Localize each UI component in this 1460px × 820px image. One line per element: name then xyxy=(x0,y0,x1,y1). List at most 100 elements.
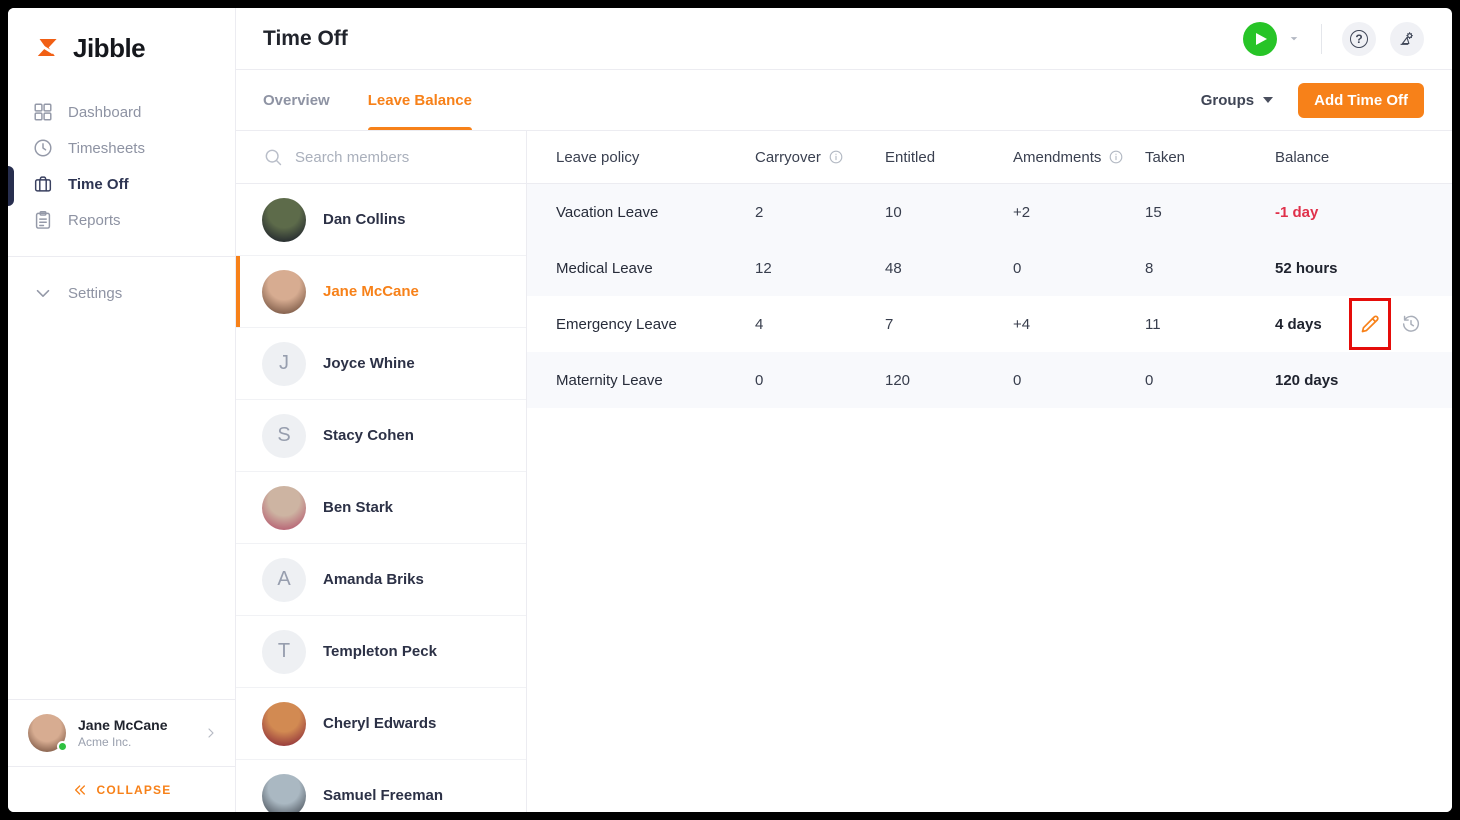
column-header-entitled: Entitled xyxy=(885,149,1013,166)
collapse-sidebar-button[interactable]: COLLAPSE xyxy=(8,766,235,812)
member-list-item[interactable]: Dan Collins xyxy=(236,184,526,256)
cell-carryover: 4 xyxy=(755,316,885,333)
member-name: Jane McCane xyxy=(323,283,419,300)
sidebar-item-label: Reports xyxy=(68,212,121,229)
info-icon[interactable] xyxy=(828,149,844,165)
cell-balance: 52 hours xyxy=(1275,260,1452,277)
selected-member-indicator xyxy=(236,256,240,327)
member-list-item[interactable]: Ben Stark xyxy=(236,472,526,544)
play-icon xyxy=(1254,32,1268,46)
column-header-leave-policy: Leave policy xyxy=(556,149,755,166)
sidebar-divider xyxy=(8,256,235,257)
cell-entitled: 7 xyxy=(885,316,1013,333)
brand-logo[interactable]: Jibble xyxy=(8,8,235,88)
chevron-right-icon[interactable] xyxy=(203,725,219,741)
sidebar: Jibble Dashboard Timesheets Time Off Report… xyxy=(8,8,236,812)
cell-entitled: 120 xyxy=(885,372,1013,389)
avatar xyxy=(262,702,306,746)
leave-policy-row[interactable]: Medical Leave12480852 hours xyxy=(527,240,1452,296)
page-title: Time Off xyxy=(263,27,348,51)
timer-chevron-down-icon[interactable] xyxy=(1287,32,1301,46)
member-list-item[interactable]: Samuel Freeman xyxy=(236,760,526,812)
member-list-item[interactable]: TTempleton Peck xyxy=(236,616,526,688)
member-name: Joyce Whine xyxy=(323,355,415,372)
sidebar-item-settings[interactable]: Settings xyxy=(8,275,235,311)
cell-taken: 11 xyxy=(1145,316,1275,333)
members-panel: Dan Collins Jane McCane J Joyce Whine SStacy… xyxy=(236,131,527,812)
cell-amendments: +2 xyxy=(1013,204,1145,221)
member-name: Templeton Peck xyxy=(323,643,437,660)
cell-taken: 0 xyxy=(1145,372,1275,389)
member-list-item[interactable]: J Joyce Whine xyxy=(236,328,526,400)
topbar-divider xyxy=(1321,24,1322,54)
settings-label: Settings xyxy=(68,285,122,302)
tab-overview[interactable]: Overview xyxy=(263,70,330,130)
member-name: Cheryl Edwards xyxy=(323,715,436,732)
start-timer-button[interactable] xyxy=(1243,22,1277,56)
column-label: Entitled xyxy=(885,149,935,166)
avatar xyxy=(262,774,306,813)
avatar: J xyxy=(262,342,306,386)
cell-taken: 8 xyxy=(1145,260,1275,277)
add-time-off-button[interactable]: Add Time Off xyxy=(1298,83,1424,118)
megaphone-gear-icon xyxy=(1398,30,1416,48)
column-label: Carryover xyxy=(755,149,821,166)
tab-leave-balance[interactable]: Leave Balance xyxy=(368,70,472,130)
main-area: Time Off ? Over xyxy=(236,8,1452,812)
user-company: Acme Inc. xyxy=(78,735,167,749)
avatar xyxy=(262,198,306,242)
avatar: A xyxy=(262,558,306,602)
search-members-input[interactable] xyxy=(295,149,495,166)
cell-entitled: 10 xyxy=(885,204,1013,221)
sidebar-item-reports[interactable]: Reports xyxy=(8,202,235,238)
cell-balance: -1 day xyxy=(1275,204,1452,221)
member-name: Dan Collins xyxy=(323,211,406,228)
clock-icon xyxy=(32,137,54,159)
leave-policy-row[interactable]: Maternity Leave012000120 days xyxy=(527,352,1452,408)
edit-pencil-icon[interactable] xyxy=(1358,312,1382,336)
cell-carryover: 12 xyxy=(755,260,885,277)
cell-amendments: +4 xyxy=(1013,316,1145,333)
sidebar-item-time-off[interactable]: Time Off xyxy=(8,166,235,202)
member-list-item[interactable]: Jane McCane xyxy=(236,256,526,328)
sidebar-nav: Dashboard Timesheets Time Off Reports xyxy=(8,94,235,238)
page-header: Time Off ? xyxy=(236,8,1452,70)
groups-dropdown[interactable]: Groups xyxy=(1201,92,1274,109)
cell-carryover: 2 xyxy=(755,204,885,221)
announcements-button[interactable] xyxy=(1390,22,1424,56)
leave-policy-row[interactable]: Emergency Leave47+4114 days xyxy=(527,296,1452,352)
cell-leave-policy: Medical Leave xyxy=(556,260,755,277)
member-list: Dan Collins Jane McCane J Joyce Whine SStacy… xyxy=(236,184,526,812)
member-list-item[interactable]: Cheryl Edwards xyxy=(236,688,526,760)
cell-amendments: 0 xyxy=(1013,372,1145,389)
cell-amendments: 0 xyxy=(1013,260,1145,277)
collapse-label: COLLAPSE xyxy=(97,783,172,797)
user-account-card[interactable]: Jane McCane Acme Inc. xyxy=(8,699,235,766)
avatar xyxy=(262,270,306,314)
member-list-item[interactable]: AAmanda Briks xyxy=(236,544,526,616)
cell-carryover: 0 xyxy=(755,372,885,389)
sidebar-item-dashboard[interactable]: Dashboard xyxy=(8,94,235,130)
cell-entitled: 48 xyxy=(885,260,1013,277)
avatar xyxy=(262,486,306,530)
column-header-amendments: Amendments xyxy=(1013,149,1145,166)
active-nav-indicator xyxy=(8,166,14,206)
column-header-carryover: Carryover xyxy=(755,149,885,166)
cell-leave-policy: Vacation Leave xyxy=(556,204,755,221)
brand-name: Jibble xyxy=(73,33,145,64)
help-button[interactable]: ? xyxy=(1342,22,1376,56)
info-icon[interactable] xyxy=(1108,149,1124,165)
history-icon[interactable] xyxy=(1400,313,1422,335)
groups-label: Groups xyxy=(1201,92,1254,109)
member-name: Samuel Freeman xyxy=(323,787,443,804)
member-search xyxy=(236,131,526,184)
leave-balance-panel: Leave policyCarryoverEntitledAmendmentsT… xyxy=(527,131,1452,812)
member-list-item[interactable]: SStacy Cohen xyxy=(236,400,526,472)
search-icon xyxy=(263,147,283,167)
sidebar-item-label: Timesheets xyxy=(68,140,145,157)
dashboard-icon xyxy=(32,101,54,123)
cell-leave-policy: Emergency Leave xyxy=(556,316,755,333)
leave-policy-row[interactable]: Vacation Leave210+215-1 day xyxy=(527,184,1452,240)
sidebar-item-timesheets[interactable]: Timesheets xyxy=(8,130,235,166)
question-mark-icon: ? xyxy=(1350,30,1368,48)
